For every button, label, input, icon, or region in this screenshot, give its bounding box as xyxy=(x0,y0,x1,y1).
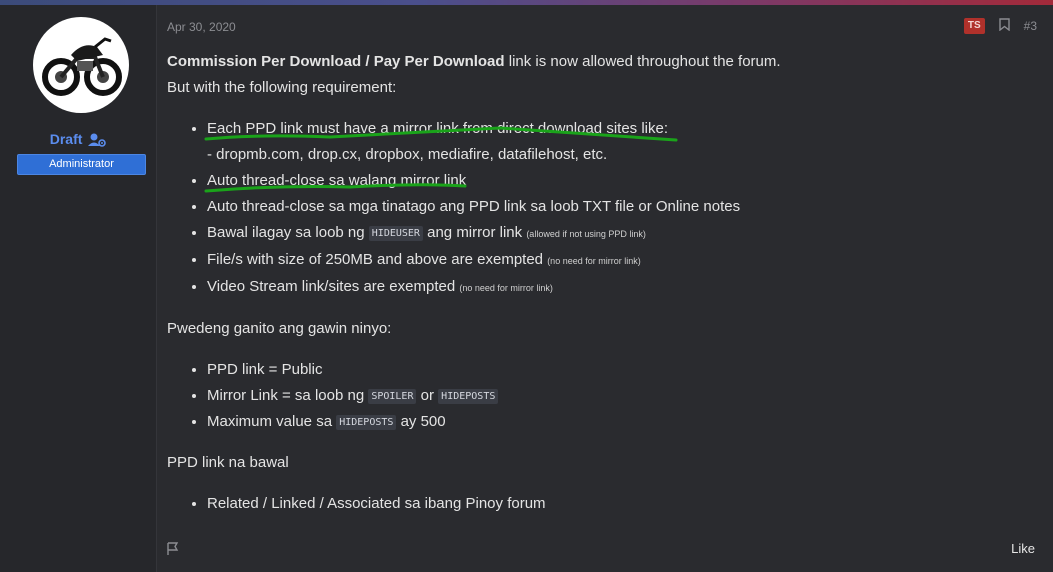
list-item: Auto thread-close sa mga tinatago ang PP… xyxy=(207,194,1027,220)
intro-line-2: But with the following requirement: xyxy=(167,79,397,96)
list-item: Bawal ilagay sa loob ng HIDEUSER ang mir… xyxy=(207,220,1027,247)
post-actions: TS #3 xyxy=(963,18,1037,34)
req6-note: (no need for mirror link) xyxy=(459,283,553,293)
req4-pre: Bawal ilagay sa loob ng xyxy=(207,224,369,241)
list-item: Each PPD link must have a mirror link fr… xyxy=(207,116,1027,168)
requirements-list: Each PPD link must have a mirror link fr… xyxy=(167,116,1027,301)
username-text[interactable]: Draft xyxy=(50,131,83,147)
intro-rest: link is now allowed throughout the forum… xyxy=(504,53,781,70)
code-hideposts: HIDEPOSTS xyxy=(438,389,499,404)
avatar[interactable] xyxy=(33,17,129,113)
opt3-post: ay 500 xyxy=(396,413,446,430)
post-date[interactable]: Apr 30, 2020 xyxy=(167,20,236,34)
list-item: Auto thread-close sa walang mirror link xyxy=(207,168,1027,194)
section-2-heading: Pwedeng ganito ang gawin ninyo: xyxy=(167,320,392,337)
thread-starter-badge: TS xyxy=(963,18,985,34)
req5-note: (no need for mirror link) xyxy=(547,256,641,266)
banned-list: Related / Linked / Associated sa ibang P… xyxy=(167,491,1027,517)
opt3-pre: Maximum value sa xyxy=(207,413,337,430)
req4-post: ang mirror link xyxy=(422,224,527,241)
intro-bold: Commission Per Download / Pay Per Downlo… xyxy=(167,53,505,70)
accent-bar xyxy=(0,0,1053,5)
role-badge: Administrator xyxy=(17,154,146,175)
req1-sub: - dropmb.com, drop.cx, dropbox, mediafir… xyxy=(207,146,608,163)
ban1-text: Related / Linked / Associated sa ibang P… xyxy=(207,495,546,512)
code-spoiler: SPOILER xyxy=(368,389,417,404)
req5-text: File/s with size of 250MB and above are … xyxy=(207,251,548,268)
section-3-heading: PPD link na bawal xyxy=(167,454,289,471)
list-item: Video Stream link/sites are exempted (no… xyxy=(207,274,1027,301)
list-item: Mirror Link = sa loob ng SPOILER or HIDE… xyxy=(207,383,1027,409)
forum-post: Draft Administrator Apr 30, 2020 TS #3 C… xyxy=(0,0,1053,572)
post-number[interactable]: #3 xyxy=(1024,19,1037,33)
req6-text: Video Stream link/sites are exempted xyxy=(207,278,460,295)
list-item: Maximum value sa HIDEPOSTS ay 500 xyxy=(207,409,1027,435)
code-hideuser: HIDEUSER xyxy=(368,226,423,241)
req3-text: Auto thread-close sa mga tinatago ang PP… xyxy=(207,198,741,215)
opt2-pre: Mirror Link = sa loob ng xyxy=(207,387,369,404)
bookmark-icon[interactable] xyxy=(998,18,1010,34)
req1-text: Each PPD link must have a mirror link fr… xyxy=(207,120,669,137)
user-panel: Draft Administrator xyxy=(0,5,157,572)
username[interactable]: Draft xyxy=(0,131,156,150)
intro-line: Commission Per Download / Pay Per Downlo… xyxy=(167,49,1027,75)
report-flag-icon[interactable] xyxy=(165,541,181,562)
list-item: Related / Linked / Associated sa ibang P… xyxy=(207,491,1027,517)
post-body: Commission Per Download / Pay Per Downlo… xyxy=(167,49,1027,517)
req2-text: Auto thread-close sa walang mirror link xyxy=(207,172,467,189)
options-list: PPD link = Public Mirror Link = sa loob … xyxy=(167,357,1027,435)
code-hideposts: HIDEPOSTS xyxy=(336,415,397,430)
list-item: PPD link = Public xyxy=(207,357,1027,383)
list-item: File/s with size of 250MB and above are … xyxy=(207,247,1027,274)
opt1-text: PPD link = Public xyxy=(207,361,323,378)
motorcycle-avatar xyxy=(42,37,122,96)
req4-note: (allowed if not using PPD link) xyxy=(526,229,646,239)
user-cog-icon xyxy=(88,133,107,150)
opt2-mid: or xyxy=(416,387,439,404)
like-button[interactable]: Like xyxy=(1011,541,1035,556)
